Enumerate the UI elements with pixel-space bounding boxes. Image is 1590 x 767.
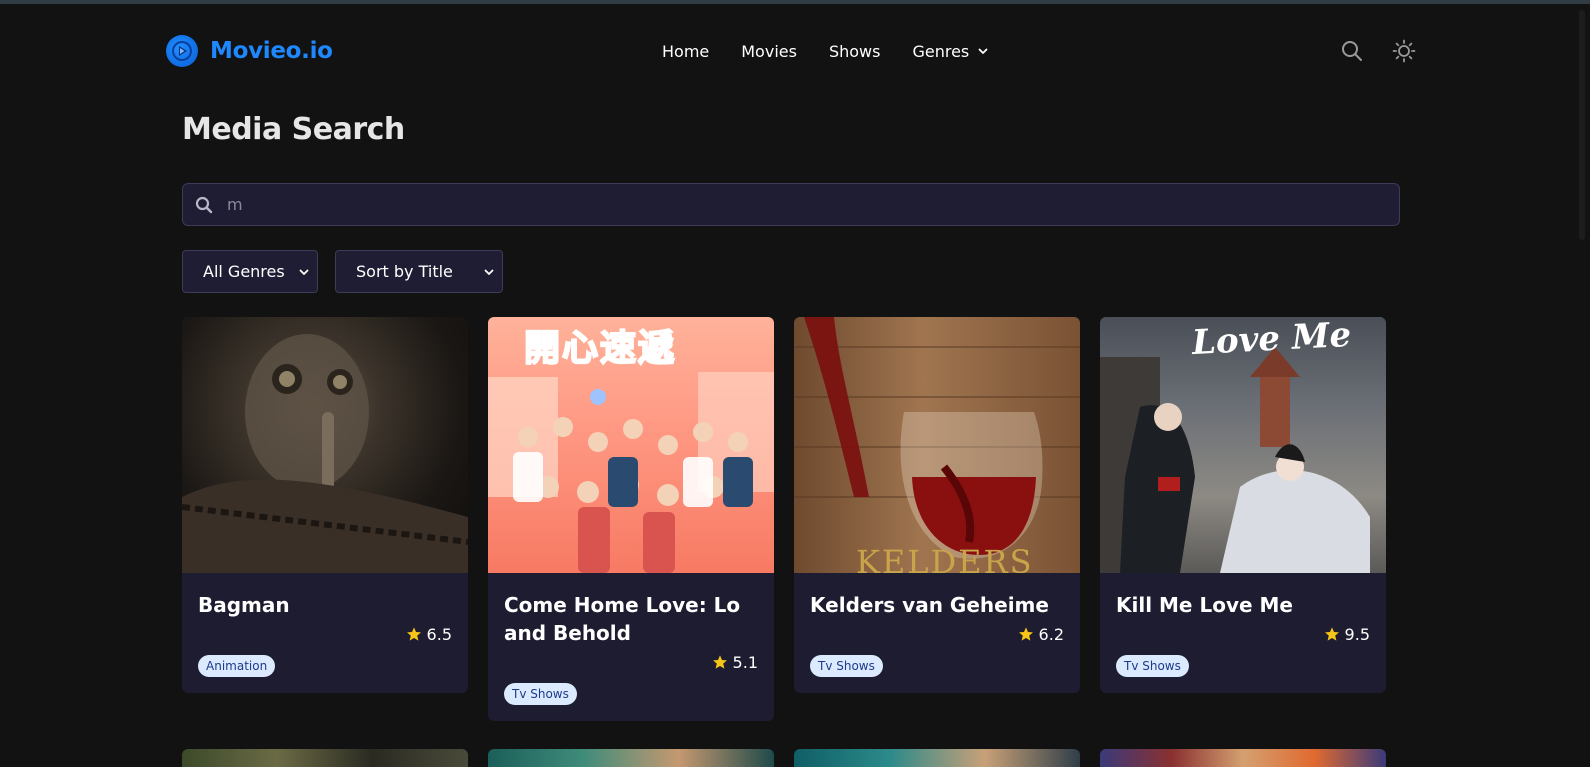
poster-image: Love Me bbox=[1100, 317, 1386, 573]
page-title: Media Search bbox=[182, 112, 405, 147]
nav-home-label: Home bbox=[662, 41, 710, 61]
brand-link[interactable]: Movieo.io bbox=[166, 35, 333, 67]
media-card[interactable]: Bagman 6.5 Animation bbox=[182, 317, 468, 693]
rating: 9.5 bbox=[1116, 623, 1370, 645]
filter-bar: All Genres Sort by Title bbox=[182, 250, 503, 293]
genre-badge: Animation bbox=[198, 655, 276, 677]
scrollbar[interactable] bbox=[1568, 4, 1590, 767]
chevron-down-icon bbox=[978, 48, 988, 54]
genre-badge: Tv Shows bbox=[810, 655, 883, 677]
results-grid: Bagman 6.5 Animation 開心速遞 Come Home Love… bbox=[182, 317, 1400, 767]
scrollbar-thumb[interactable] bbox=[1579, 10, 1585, 240]
poster-image: 開心速遞 bbox=[488, 317, 774, 573]
genre-badge: Tv Shows bbox=[504, 683, 577, 705]
card-body: Kelders van Geheime 6.2 Tv Shows bbox=[794, 573, 1080, 693]
window-top-border bbox=[0, 0, 1590, 4]
sort-select-value: Sort by Title bbox=[356, 262, 453, 281]
nav-home[interactable]: Home bbox=[662, 42, 709, 61]
header-actions bbox=[1340, 28, 1416, 74]
nav-genres[interactable]: Genres bbox=[912, 42, 989, 61]
media-card[interactable]: Love Me Kill Me Love Me 9.5 Tv Shows bbox=[1100, 317, 1386, 693]
search-icon bbox=[195, 196, 213, 213]
nav-genres-label: Genres bbox=[912, 41, 970, 61]
card-title: Kill Me Love Me bbox=[1116, 593, 1293, 617]
star-icon bbox=[406, 627, 421, 641]
search-icon[interactable] bbox=[1340, 39, 1364, 63]
chevron-down-icon bbox=[484, 269, 494, 275]
nav-shows[interactable]: Shows bbox=[829, 42, 881, 61]
genre-select-value: All Genres bbox=[203, 262, 285, 281]
card-title: Bagman bbox=[198, 593, 290, 617]
poster-image bbox=[182, 317, 468, 573]
poster-image: KELDERS bbox=[794, 317, 1080, 573]
brand-name: Movieo.io bbox=[210, 38, 333, 64]
media-card-partial[interactable] bbox=[1100, 749, 1386, 767]
play-logo-icon bbox=[166, 35, 198, 67]
poster-title-text: KELDERS bbox=[856, 543, 1034, 573]
card-title: Come Home Love: Lo and Behold bbox=[504, 593, 741, 645]
poster-image bbox=[794, 749, 1080, 767]
poster-title-text: 開心速遞 bbox=[523, 327, 677, 370]
star-icon bbox=[1324, 627, 1339, 641]
nav-movies-label: Movies bbox=[741, 41, 797, 61]
media-card-partial[interactable] bbox=[488, 749, 774, 767]
main-nav: Home Movies Shows Genres bbox=[662, 28, 989, 74]
card-body: Kill Me Love Me 9.5 Tv Shows bbox=[1100, 573, 1386, 693]
sort-select[interactable]: Sort by Title bbox=[335, 250, 503, 293]
rating-value: 5.1 bbox=[732, 652, 758, 672]
card-body: Come Home Love: Lo and Behold 5.1 Tv Sho… bbox=[488, 573, 774, 721]
media-card-partial[interactable] bbox=[182, 749, 468, 767]
nav-movies[interactable]: Movies bbox=[741, 42, 797, 61]
genre-select[interactable]: All Genres bbox=[182, 250, 318, 293]
chevron-down-icon bbox=[299, 269, 309, 275]
rating: 6.5 bbox=[198, 623, 452, 645]
genre-badge: Tv Shows bbox=[1116, 655, 1189, 677]
poster-image bbox=[182, 749, 468, 767]
search-box[interactable] bbox=[182, 183, 1400, 226]
rating: 5.1 bbox=[504, 651, 758, 673]
star-icon bbox=[712, 655, 727, 669]
site-header: Movieo.io Home Movies Shows Genres bbox=[166, 28, 1416, 74]
star-icon bbox=[1018, 627, 1033, 641]
search-input[interactable] bbox=[227, 195, 1327, 214]
rating-value: 9.5 bbox=[1344, 624, 1370, 644]
media-card[interactable]: KELDERS Kelders van Geheime 6.2 Tv Shows bbox=[794, 317, 1080, 693]
card-body: Bagman 6.5 Animation bbox=[182, 573, 468, 693]
media-card-partial[interactable] bbox=[794, 749, 1080, 767]
rating: 6.2 bbox=[810, 623, 1064, 645]
rating-value: 6.2 bbox=[1038, 624, 1064, 644]
poster-image bbox=[488, 749, 774, 767]
poster-image bbox=[1100, 749, 1386, 767]
rating-value: 6.5 bbox=[426, 624, 452, 644]
sun-icon[interactable] bbox=[1392, 39, 1416, 63]
card-title: Kelders van Geheime bbox=[810, 593, 1049, 617]
nav-shows-label: Shows bbox=[828, 41, 881, 61]
media-card[interactable]: 開心速遞 Come Home Love: Lo and Behold 5.1 T… bbox=[488, 317, 774, 721]
